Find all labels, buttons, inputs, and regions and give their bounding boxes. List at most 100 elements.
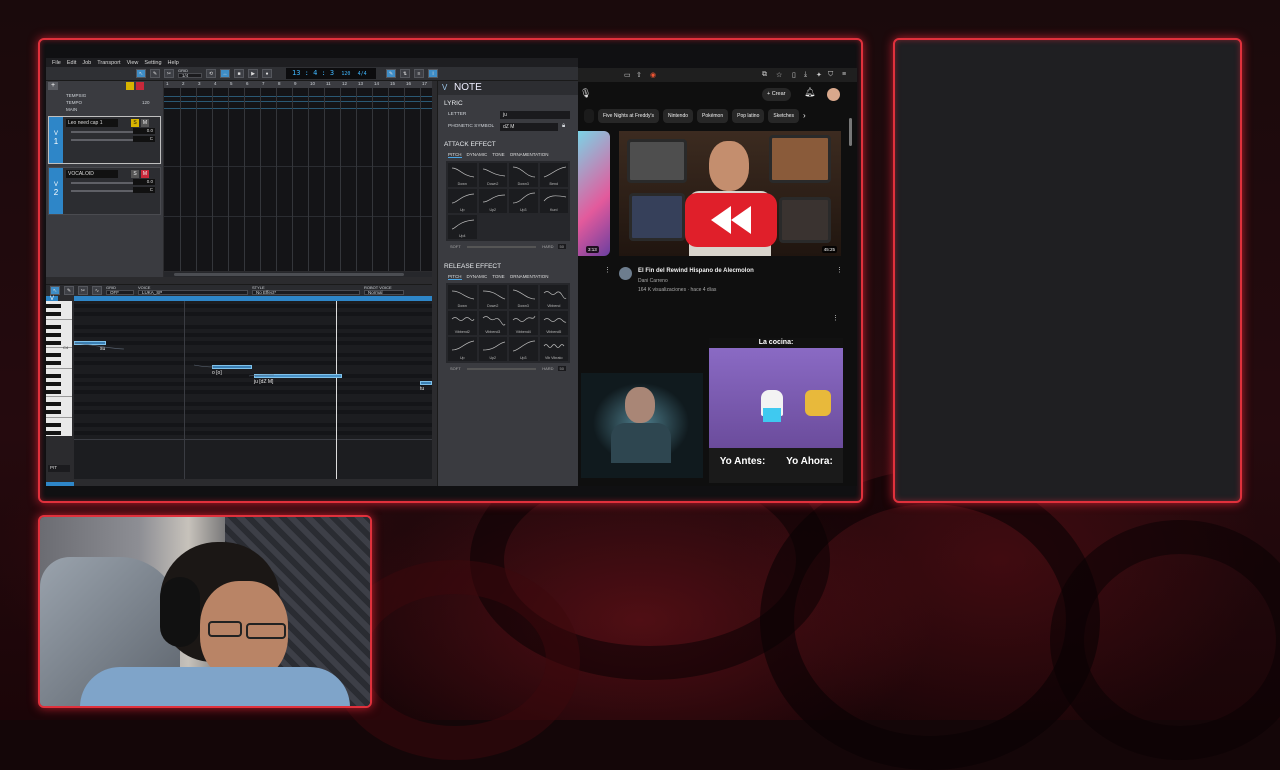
- notifications-icon[interactable]: 🔔︎: [804, 87, 815, 98]
- letter-field[interactable]: ju: [500, 110, 570, 119]
- pencil-tool-icon[interactable]: ✎: [64, 285, 74, 295]
- mute-button[interactable]: M: [141, 170, 149, 178]
- attack-effect-bend[interactable]: Bend: [539, 163, 568, 187]
- short-thumbnail[interactable]: [581, 373, 703, 478]
- volume-value[interactable]: 0.0: [133, 128, 155, 134]
- release-effect-down[interactable]: Down: [448, 285, 477, 309]
- track-2[interactable]: V2 VOCALOID S M 0.0 C: [48, 167, 161, 215]
- parameter-select[interactable]: PIT: [48, 465, 70, 472]
- volume-slider[interactable]: [71, 131, 133, 133]
- menu-view[interactable]: View: [127, 60, 139, 66]
- note-properties-icon[interactable]: ✎: [386, 69, 396, 78]
- release-effect-vibbend4[interactable]: Vibbend4: [509, 311, 538, 335]
- lock-icon[interactable]: 🔒︎: [562, 123, 565, 130]
- release-effect-vibbend2[interactable]: Vibbend2: [448, 311, 477, 335]
- vibrato-tool-icon[interactable]: ∿: [92, 285, 102, 295]
- video-thumbnail-partial[interactable]: 3:13: [578, 131, 610, 256]
- menu-edit[interactable]: Edit: [67, 60, 76, 66]
- menu-file[interactable]: File: [52, 60, 61, 66]
- menu-transport[interactable]: Transport: [97, 60, 120, 66]
- extension-icon[interactable]: ◉: [650, 71, 656, 79]
- mute-all-icon[interactable]: [136, 82, 144, 90]
- loop-icon[interactable]: ⟲: [206, 69, 216, 78]
- menu-help[interactable]: Help: [168, 60, 179, 66]
- more-options-icon[interactable]: ⋮: [836, 266, 843, 274]
- record-button[interactable]: ●: [262, 69, 272, 78]
- chip-pop-latino[interactable]: Pop latino: [732, 109, 765, 123]
- release-effect-vibbend[interactable]: Vibbend: [539, 285, 568, 309]
- release-amount-slider[interactable]: [466, 368, 537, 370]
- attack-amount-value[interactable]: 50: [557, 244, 566, 249]
- avatar[interactable]: [827, 88, 840, 101]
- arrangement-scrollbar[interactable]: [164, 272, 432, 277]
- pan-slider[interactable]: [71, 190, 133, 192]
- release-effect-down3[interactable]: Down3: [509, 285, 538, 309]
- install-icon[interactable]: ▭: [624, 71, 631, 79]
- menu-icon[interactable]: ≡: [842, 71, 846, 78]
- puzzle-icon[interactable]: ✦: [816, 71, 822, 79]
- robot-voice-select[interactable]: Normal: [364, 289, 404, 295]
- create-button[interactable]: + Crear: [762, 88, 791, 101]
- tab-dynamic[interactable]: DYNAMIC: [467, 152, 488, 158]
- page-scrollbar[interactable]: [849, 118, 852, 146]
- release-effect-vibbend3[interactable]: Vibbend3: [478, 311, 507, 335]
- piano-keyboard[interactable]: C4: [46, 301, 72, 436]
- release-amount-value[interactable]: 50: [557, 366, 566, 371]
- release-effect-down2[interactable]: Down2: [478, 285, 507, 309]
- voice-select[interactable]: LUKA_SP: [138, 289, 248, 295]
- scissors-tool-icon[interactable]: ✂: [164, 69, 174, 78]
- tab-tone[interactable]: TONE: [492, 274, 504, 280]
- info-icon[interactable]: i: [428, 69, 438, 78]
- tab-pitch[interactable]: PITCH: [448, 274, 462, 280]
- attack-amount-slider[interactable]: [466, 246, 537, 248]
- track-1[interactable]: V1 Leo need cap 1 S M 0.0 C: [48, 116, 161, 164]
- tab-pitch[interactable]: PITCH: [448, 152, 462, 158]
- microphone-icon[interactable]: 🎙︎: [580, 88, 591, 99]
- pan-value[interactable]: C: [133, 136, 155, 142]
- solo-all-icon[interactable]: [126, 82, 134, 90]
- attack-effect-down3[interactable]: Down3: [509, 163, 538, 187]
- attack-effect-up4[interactable]: Up4: [448, 215, 477, 239]
- chevron-right-icon[interactable]: ›: [803, 109, 806, 123]
- video-title[interactable]: El Fin del Rewind Hispano de Alecmolon: [638, 268, 754, 274]
- tab-dynamic[interactable]: DYNAMIC: [467, 274, 488, 280]
- release-effect-up[interactable]: Up: [448, 337, 477, 361]
- download-icon[interactable]: ⤓: [804, 71, 807, 79]
- extensions-icon[interactable]: ⧉: [762, 71, 767, 79]
- chip-pokemon[interactable]: Pokémon: [697, 109, 729, 123]
- style-select[interactable]: No Effect*: [252, 289, 360, 295]
- piano-roll-grid[interactable]: su o [o] ju [dZ M] tu: [74, 301, 432, 479]
- attack-effect-kurd[interactable]: Kurd: [539, 189, 568, 213]
- more-options-icon[interactable]: ⋮: [604, 266, 611, 274]
- snap-icon[interactable]: ↔: [220, 69, 230, 78]
- pan-slider[interactable]: [71, 139, 133, 141]
- scissors-tool-icon[interactable]: ✂: [78, 285, 88, 295]
- short-thumbnail[interactable]: La cocina: Yo Antes: Yo Ahora:: [709, 338, 843, 483]
- release-effect-up3[interactable]: Up3: [509, 337, 538, 361]
- add-track-button[interactable]: +: [48, 82, 58, 90]
- chip-nintendo[interactable]: Nintendo: [662, 109, 693, 123]
- pencil-tool-icon[interactable]: ✎: [150, 69, 160, 78]
- scroll-thumb[interactable]: [174, 273, 404, 276]
- grid-select[interactable]: 1/4: [178, 73, 202, 79]
- shield-icon[interactable]: ⛉: [828, 71, 833, 79]
- attack-effect-up3[interactable]: Up3: [509, 189, 538, 213]
- channel-avatar[interactable]: [619, 267, 632, 280]
- play-button[interactable]: ▶: [248, 69, 258, 78]
- mixer-icon[interactable]: ⇅: [400, 69, 410, 78]
- attack-effect-down2[interactable]: Down2: [478, 163, 507, 187]
- tab-tone[interactable]: TONE: [492, 152, 504, 158]
- share-icon[interactable]: ⇧: [636, 71, 642, 79]
- video-thumbnail[interactable]: 45:25: [619, 131, 841, 256]
- chip-sketches[interactable]: Sketches: [768, 109, 799, 123]
- parameter-scroll[interactable]: [46, 482, 74, 486]
- release-effect-up2[interactable]: Up2: [478, 337, 507, 361]
- menu-job[interactable]: Job: [82, 60, 91, 66]
- arrangement-grid[interactable]: [164, 81, 432, 271]
- channel-name[interactable]: Dani Carreno: [638, 278, 668, 284]
- volume-slider[interactable]: [71, 182, 133, 184]
- tab-ornamentation[interactable]: ORNAMENTATION: [510, 274, 549, 280]
- solo-button[interactable]: S: [131, 170, 139, 178]
- solo-button[interactable]: S: [131, 119, 139, 127]
- release-effect-vibbend5[interactable]: Vibbend5: [539, 311, 568, 335]
